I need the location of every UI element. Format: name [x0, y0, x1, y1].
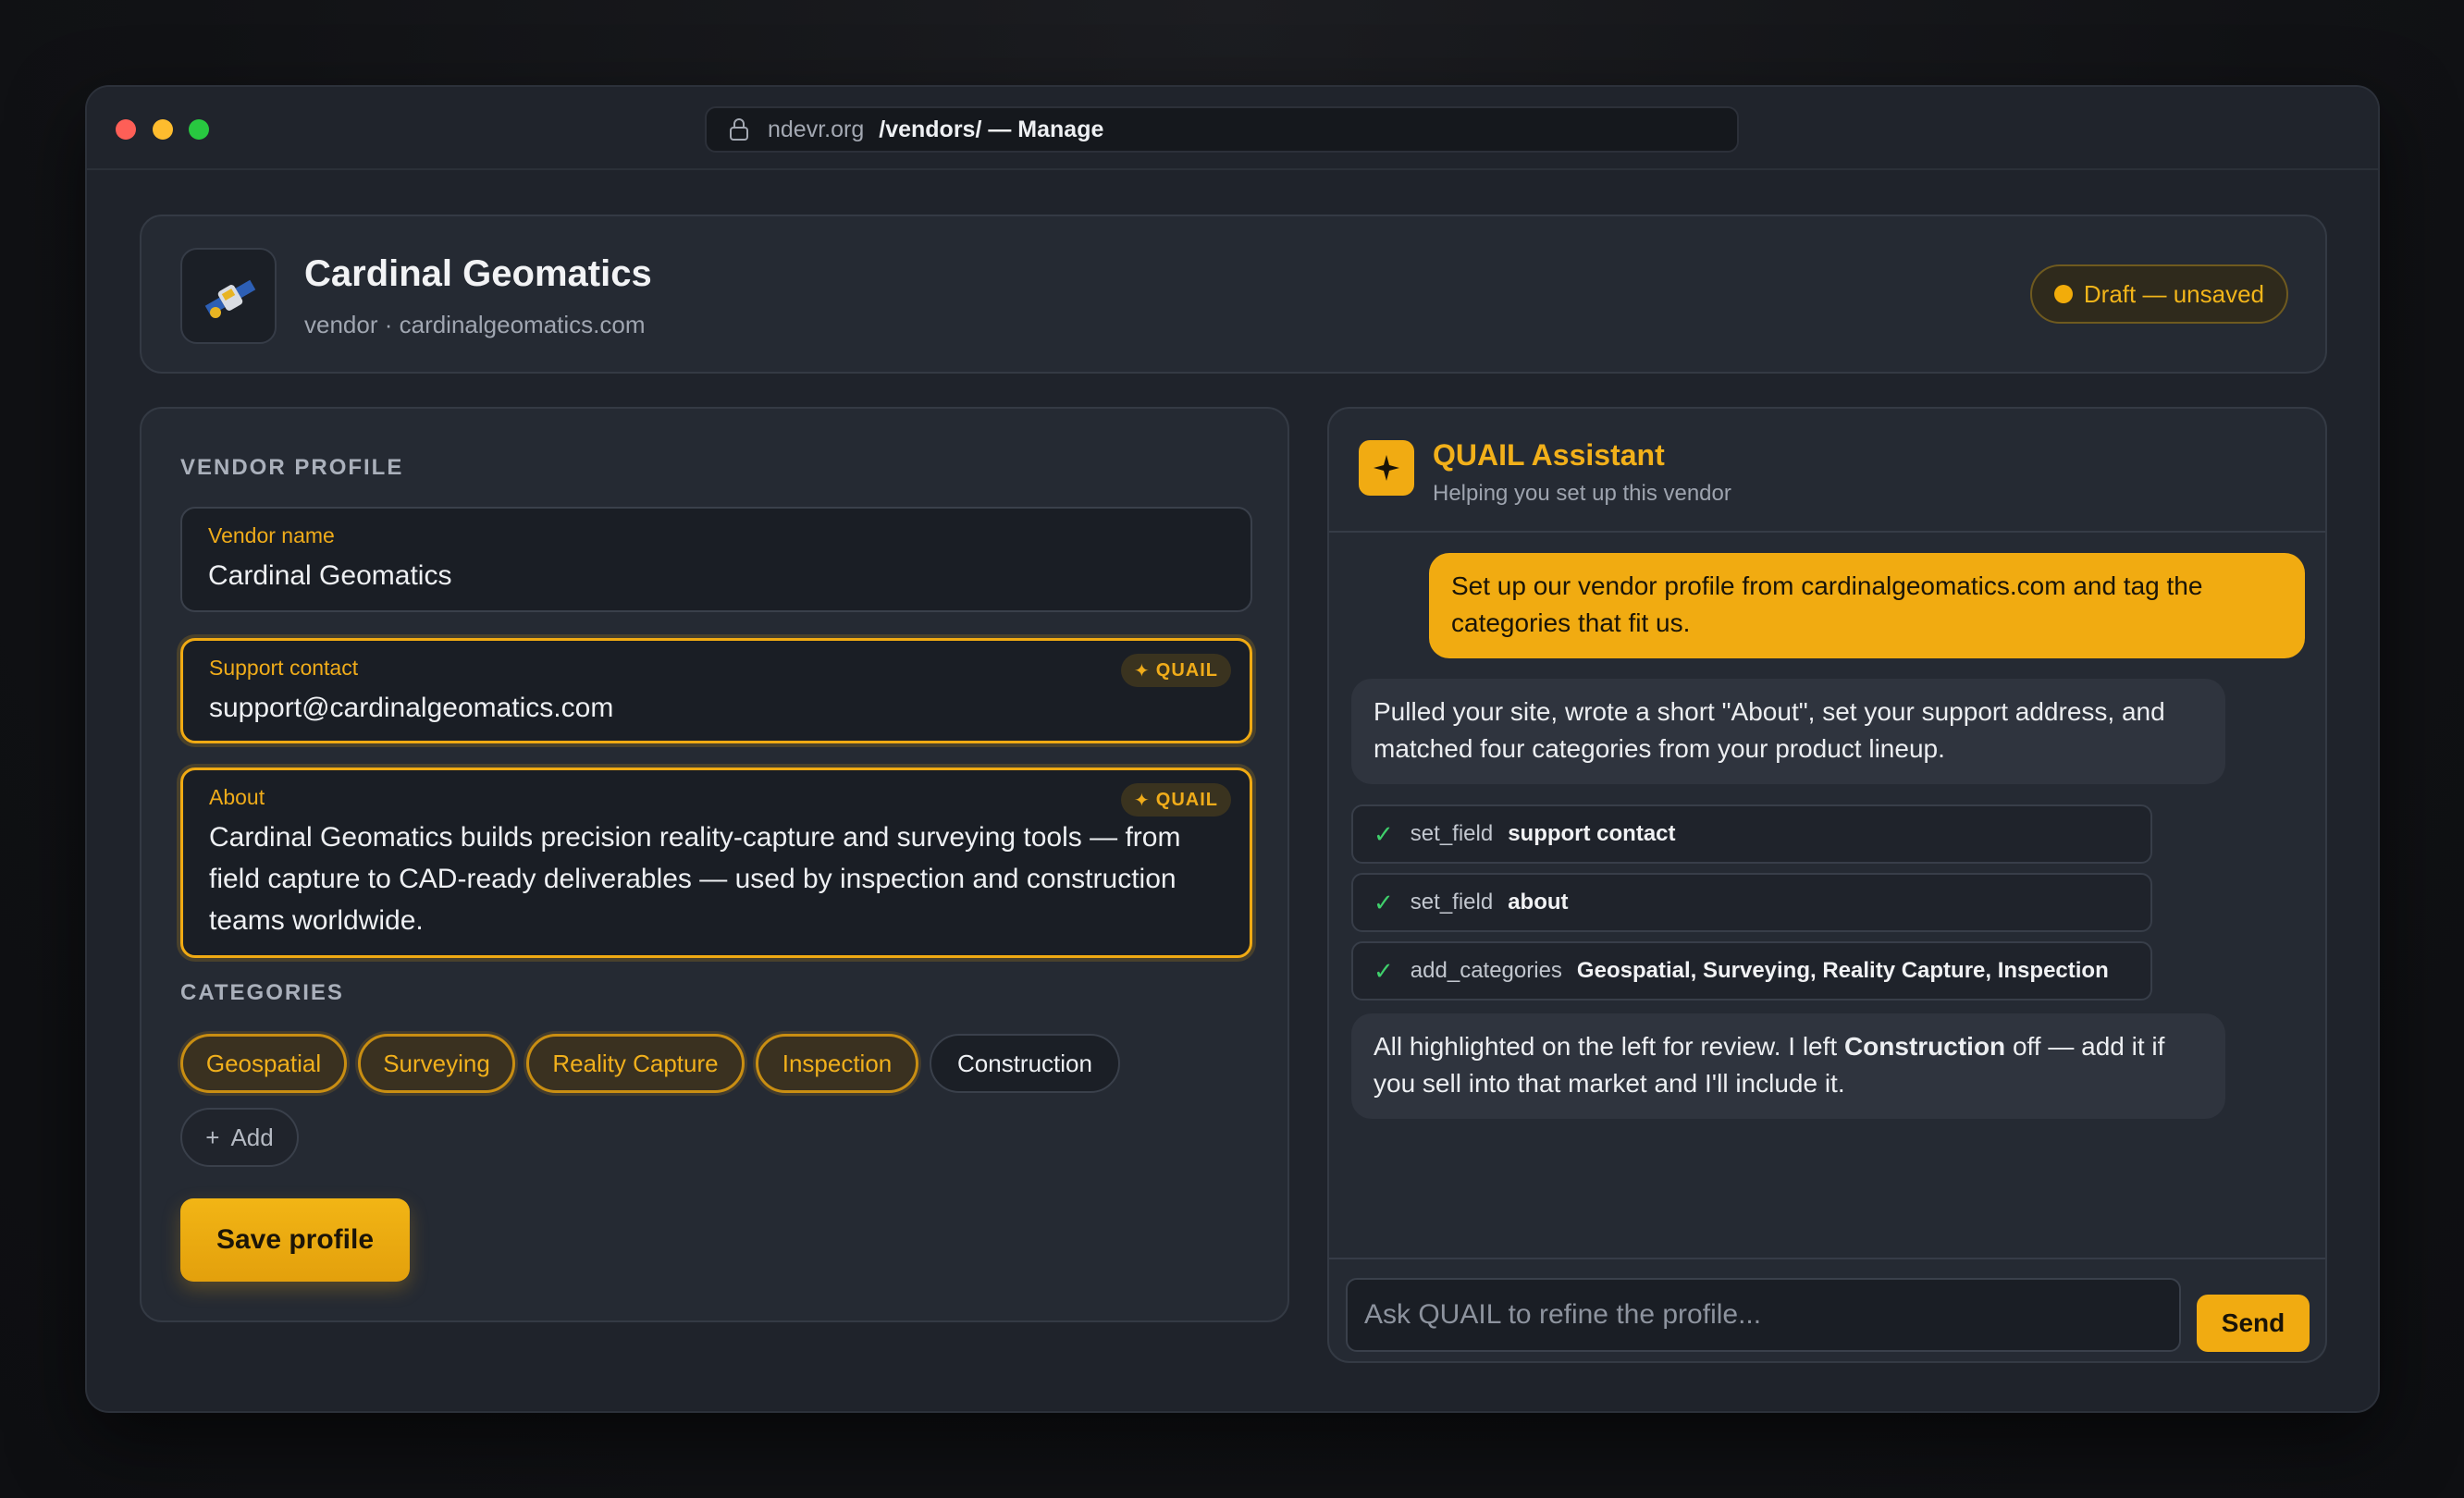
category-chip-surveying[interactable]: Surveying — [358, 1034, 515, 1093]
tool-call-item: ✓ add_categories Geospatial, Surveying, … — [1351, 941, 2152, 1001]
field-label: About — [209, 785, 265, 809]
field-value[interactable]: Cardinal Geomatics builds precision real… — [209, 817, 1224, 941]
vendor-logo — [180, 248, 277, 344]
category-chip-geospatial[interactable]: Geospatial — [180, 1034, 347, 1093]
status-dot-icon — [2053, 285, 2073, 303]
send-button[interactable]: Send — [2197, 1295, 2310, 1352]
tool-name: set_field — [1410, 821, 1494, 846]
status-badge: Draft — unsaved — [2029, 264, 2288, 324]
tool-name: set_field — [1410, 890, 1494, 915]
assistant-title: QUAIL Assistant — [1433, 438, 1665, 472]
tool-arg: support contact — [1508, 821, 1676, 846]
plus-icon: + — [205, 1123, 220, 1151]
tool-arg: Geospatial, Surveying, Reality Capture, … — [1576, 958, 2109, 983]
minimize-window-button[interactable] — [153, 119, 173, 140]
vendor-name-field[interactable]: Vendor name Cardinal Geomatics — [180, 507, 1252, 612]
quail-tag: ✦ QUAIL — [1121, 783, 1231, 817]
assistant-message: All highlighted on the left for review. … — [1351, 1013, 2225, 1119]
check-icon: ✓ — [1374, 888, 1394, 916]
user-message: Set up our vendor profile from cardinalg… — [1429, 553, 2305, 658]
assistant-message: Pulled your site, wrote a short "About",… — [1351, 679, 2225, 784]
check-icon: ✓ — [1374, 956, 1394, 985]
url-host: ndevr.org — [768, 116, 865, 142]
status-badge-label: Draft — unsaved — [2083, 279, 2264, 308]
field-label: Support contact — [209, 656, 359, 680]
field-label: Vendor name — [208, 523, 335, 547]
sparkle-icon: ✦ — [1134, 660, 1151, 681]
tool-name: add_categories — [1410, 958, 1562, 983]
maximize-window-button[interactable] — [189, 119, 209, 140]
support-contact-field[interactable]: Support contact ✦ QUAIL support@cardinalg… — [180, 638, 1252, 743]
tool-call-item: ✓ set_field support contact — [1351, 804, 2152, 864]
sparkle-icon: ✦ — [1134, 790, 1151, 811]
quail-tag: ✦ QUAIL — [1121, 654, 1231, 687]
check-icon: ✓ — [1374, 819, 1394, 848]
browser-window: ndevr.org /vendors/ — Manage Cardinal Ge… — [85, 85, 2380, 1413]
tool-call-item: ✓ set_field about — [1351, 873, 2152, 932]
satellite-icon — [204, 279, 256, 318]
assistant-subtitle: Helping you set up this vendor — [1433, 481, 1731, 506]
save-profile-button[interactable]: Save profile — [180, 1198, 410, 1282]
lock-icon — [730, 118, 748, 141]
message-emphasis: Construction — [1843, 1032, 2006, 1061]
address-bar[interactable]: ndevr.org /vendors/ — Manage — [705, 106, 1739, 153]
category-chip-reality-capture[interactable]: Reality Capture — [526, 1034, 745, 1093]
add-category-label: Add — [230, 1123, 274, 1151]
field-value[interactable]: Cardinal Geomatics — [208, 555, 1225, 596]
message-text: All highlighted on the left for review. … — [1374, 1032, 1844, 1061]
page-subtitle: vendor · cardinalgeomatics.com — [304, 311, 646, 338]
chat-composer: Send — [1329, 1258, 2325, 1361]
category-chip-inspection[interactable]: Inspection — [756, 1034, 918, 1093]
vendor-header: Cardinal Geomatics vendor · cardinalgeom… — [140, 215, 2327, 374]
quail-tag-label: QUAIL — [1155, 789, 1218, 810]
url-path: /vendors/ — Manage — [879, 116, 1104, 142]
title-bar: ndevr.org /vendors/ — Manage — [87, 87, 2378, 170]
about-field[interactable]: About ✦ QUAIL Cardinal Geomatics builds p… — [180, 767, 1252, 958]
add-category-button[interactable]: + Add — [180, 1108, 299, 1167]
assistant-header: QUAIL Assistant Helping you set up this … — [1329, 409, 2325, 533]
category-chip-construction[interactable]: Construction — [930, 1034, 1120, 1093]
tool-arg: about — [1508, 890, 1569, 915]
vendor-profile-panel: VENDOR PROFILE Vendor name Cardinal Geom… — [140, 407, 1289, 1322]
quail-tag-label: QUAIL — [1155, 659, 1218, 681]
field-value[interactable]: support@cardinalgeomatics.com — [209, 687, 1224, 729]
chat-input[interactable] — [1346, 1278, 2181, 1352]
close-window-button[interactable] — [116, 119, 136, 140]
assistant-panel: QUAIL Assistant Helping you set up this … — [1327, 407, 2327, 1363]
sparkle-icon — [1359, 440, 1414, 496]
page-title: Cardinal Geomatics — [304, 253, 652, 294]
section-label-profile: VENDOR PROFILE — [180, 455, 404, 480]
section-label-categories: CATEGORIES — [180, 980, 344, 1005]
